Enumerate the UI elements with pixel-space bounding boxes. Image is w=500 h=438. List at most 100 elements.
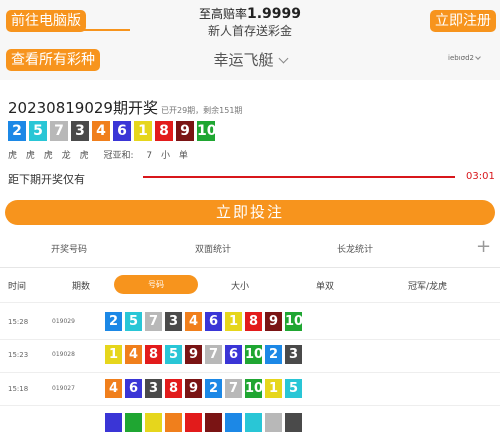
number-ball: 5	[165, 345, 182, 364]
chevron-down-icon	[475, 54, 481, 60]
active-tab-indicator	[8, 29, 130, 31]
dragon-tiger-1: 虎	[8, 151, 18, 161]
row-balls: 1 4 8 5 9 7 6 10 2 3	[105, 345, 302, 364]
number-ball: 4	[185, 312, 202, 331]
title-odds: 1.9999	[246, 6, 302, 22]
filter-dragon-tiger[interactable]: 冠军/龙虎	[408, 279, 447, 292]
title-prefix: 至高赔率	[198, 7, 247, 21]
dragon-tiger-4: 龙	[61, 151, 71, 161]
number-ball	[265, 413, 282, 432]
filter-numbers[interactable]: 号码	[114, 275, 198, 294]
countdown-time: 03:01	[466, 171, 495, 182]
number-ball: 7	[145, 312, 162, 331]
number-ball: 5	[125, 312, 142, 331]
row-divider	[0, 405, 500, 406]
number-ball: 9	[185, 379, 202, 398]
number-ball: 1	[225, 312, 242, 331]
number-ball: 4	[92, 121, 110, 141]
account-label: iebıσd2	[448, 54, 474, 62]
row-issue: 019028	[52, 351, 75, 358]
dragon-tiger-3: 虎	[43, 151, 53, 161]
row-issue: 019027	[52, 385, 75, 392]
sum-parity: 单	[178, 151, 188, 161]
filter-parity[interactable]: 单双	[316, 279, 334, 292]
draw-progress: 已开29期，剩余151期	[160, 106, 243, 115]
chevron-down-icon	[278, 53, 288, 64]
number-ball	[285, 413, 302, 432]
number-ball	[105, 413, 122, 432]
number-ball: 6	[125, 379, 142, 398]
number-ball	[125, 413, 142, 432]
number-ball: 10	[197, 121, 217, 141]
promo-subtitle: 新人首存送彩金	[207, 24, 292, 38]
number-ball: 2	[8, 121, 26, 141]
number-ball	[165, 413, 182, 432]
number-ball: 3	[285, 345, 302, 364]
issue-title: 20230819029期开奖	[8, 99, 158, 117]
number-ball: 8	[145, 345, 162, 364]
table-row: 15:23 019028 1 4 8 5 9 7 6 10 2 3	[0, 340, 500, 370]
draw-issue: 20230819029期开奖 已开29期，剩余151期	[8, 97, 242, 118]
number-ball: 8	[245, 312, 262, 331]
row-balls: 4 6 3 8 9 2 7 10 1 5	[105, 379, 302, 398]
number-ball: 8	[165, 379, 182, 398]
tab-long-dragon-stats[interactable]: 长龙统计	[300, 242, 410, 255]
number-ball: 10	[245, 379, 264, 398]
bet-now-button[interactable]: 立即投注	[5, 200, 495, 225]
row-divider	[0, 302, 500, 303]
number-ball: 2	[105, 312, 122, 331]
filter-size[interactable]: 大小	[231, 279, 249, 292]
account-dropdown[interactable]: iebıσd2	[448, 54, 481, 62]
all-lotteries-button[interactable]: 查看所有彩种	[6, 49, 100, 71]
number-ball: 9	[265, 312, 282, 331]
table-row: 15:18 019027 4 6 3 8 9 2 7 10 1 5	[0, 374, 500, 404]
number-ball	[145, 413, 162, 432]
number-ball: 3	[71, 121, 89, 141]
add-tab-icon[interactable]: +	[476, 238, 491, 256]
countdown-bar	[143, 176, 455, 178]
number-ball: 1	[134, 121, 152, 141]
number-ball: 3	[145, 379, 162, 398]
number-ball: 7	[225, 379, 242, 398]
number-ball	[245, 413, 262, 432]
game-name: 幸运飞艇	[213, 51, 274, 69]
latest-result-balls: 2 5 7 3 4 6 1 8 9 10	[8, 121, 217, 141]
number-ball: 9	[176, 121, 194, 141]
tab-bar: 开奖号码 双面统计 长龙统计 +	[0, 236, 500, 268]
dragon-tiger-5: 虎	[79, 151, 89, 161]
number-ball: 5	[285, 379, 302, 398]
row-time: 15:18	[8, 385, 29, 393]
col-time: 时间	[8, 282, 27, 292]
tab-draw-numbers[interactable]: 开奖号码	[14, 242, 124, 255]
tabs-divider	[0, 267, 500, 268]
number-ball: 4	[125, 345, 142, 364]
number-ball: 2	[205, 379, 222, 398]
table-row: 15:28 019029 2 5 7 3 4 6 1 8 9 10	[0, 307, 500, 337]
number-ball	[225, 413, 242, 432]
row-time: 15:28	[8, 318, 29, 326]
dragon-tiger-2: 虎	[25, 151, 35, 161]
sum-value: 7	[146, 151, 153, 161]
number-ball: 6	[205, 312, 222, 331]
number-ball	[205, 413, 222, 432]
number-ball: 3	[165, 312, 182, 331]
number-ball	[185, 413, 202, 432]
register-button[interactable]: 立即注册	[430, 10, 496, 32]
number-ball: 7	[205, 345, 222, 364]
row-balls	[105, 413, 302, 432]
number-ball: 5	[29, 121, 47, 141]
page-title: 至高赔率1.9999	[150, 5, 350, 22]
number-ball: 9	[185, 345, 202, 364]
col-issue: 期数	[72, 282, 91, 292]
number-ball: 1	[105, 345, 122, 364]
number-ball: 6	[113, 121, 131, 141]
number-ball: 7	[50, 121, 68, 141]
tab-two-sided-stats[interactable]: 双面统计	[158, 242, 268, 255]
row-balls: 2 5 7 3 4 6 1 8 9 10	[105, 312, 304, 331]
number-ball: 4	[105, 379, 122, 398]
countdown-label: 距下期开奖仅有	[8, 173, 85, 186]
row-time: 15:23	[8, 351, 29, 359]
number-ball: 10	[285, 312, 304, 331]
game-selector[interactable]: 幸运飞艇	[180, 49, 320, 70]
number-ball: 6	[225, 345, 242, 364]
